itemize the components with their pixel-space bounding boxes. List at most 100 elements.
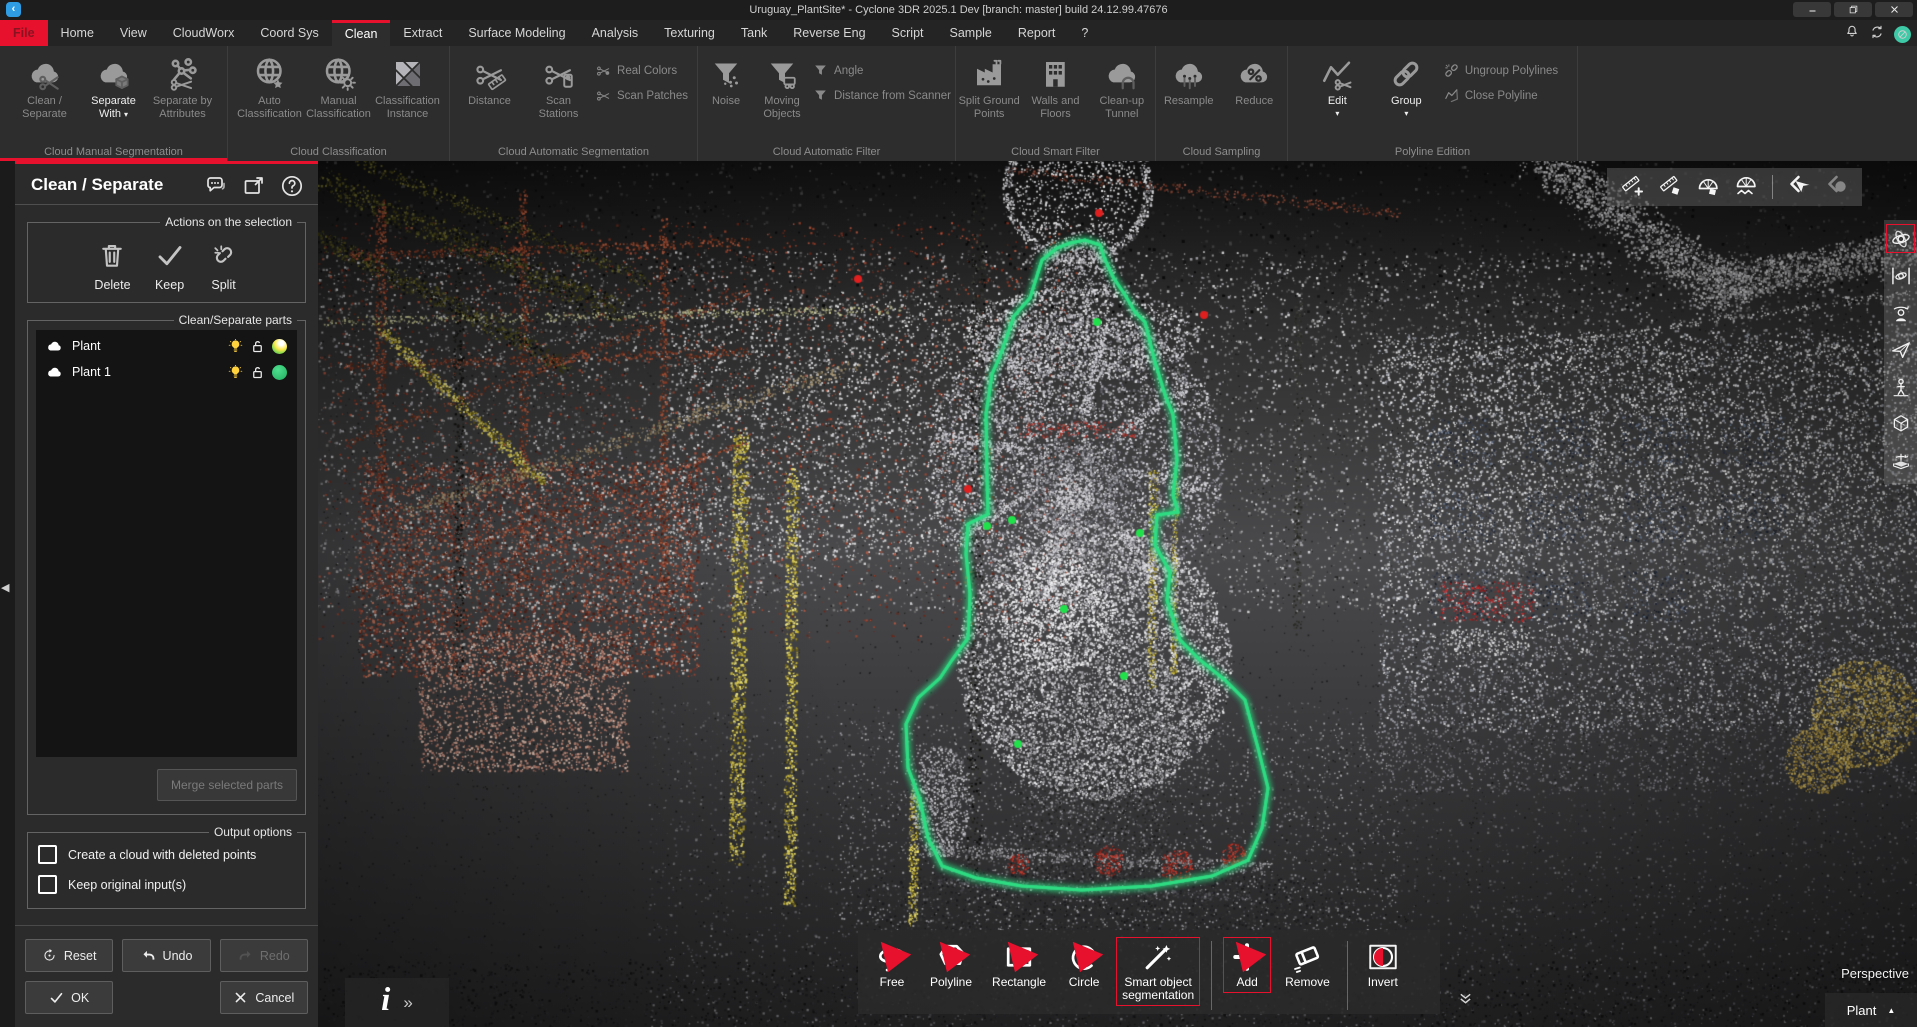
lock-open-icon[interactable] bbox=[250, 339, 265, 354]
ribbon-button-clean-separate[interactable]: Clean /Separate bbox=[10, 50, 79, 161]
ribbon-button-manual-classification[interactable]: ManualClassification bbox=[304, 50, 373, 161]
parts-row-plant[interactable]: Plant bbox=[36, 333, 297, 359]
redo-button[interactable]: Redo bbox=[220, 939, 308, 972]
ribbon-button-clean-up-tunnel[interactable]: Clean-upTunnel bbox=[1089, 50, 1155, 161]
tool-add[interactable]: Add bbox=[1223, 937, 1271, 993]
tab-view[interactable]: View bbox=[107, 20, 160, 46]
undo-button[interactable]: Undo bbox=[122, 939, 210, 972]
visibility-bulb-icon[interactable] bbox=[228, 365, 243, 380]
tab-extract[interactable]: Extract bbox=[390, 20, 455, 46]
split-button[interactable]: Split bbox=[209, 240, 239, 292]
tab-surface-modeling[interactable]: Surface Modeling bbox=[455, 20, 578, 46]
projection-label[interactable]: Perspective bbox=[1841, 966, 1909, 981]
orbit-constrained-button[interactable] bbox=[1887, 262, 1914, 289]
fly-button[interactable] bbox=[1887, 336, 1914, 363]
parts-list[interactable]: PlantPlant 1 bbox=[36, 330, 297, 757]
cancel-button[interactable]: Cancel bbox=[220, 981, 308, 1014]
panel-collapse-arrow[interactable]: ◀ bbox=[1, 581, 9, 594]
tool-invert[interactable]: Invert bbox=[1359, 937, 1407, 993]
tool-polyline[interactable]: Polyline bbox=[924, 937, 978, 993]
info-box[interactable]: i » bbox=[345, 978, 449, 1027]
pick-sphere-button[interactable] bbox=[1825, 173, 1849, 202]
tab-clean[interactable]: Clean bbox=[332, 20, 391, 46]
ribbon-button-separate-with[interactable]: SeparateWith ▾ bbox=[79, 50, 148, 161]
expand-chevron-icon[interactable]: » bbox=[403, 993, 412, 1013]
view-selector[interactable]: Plant ▲ bbox=[1825, 993, 1917, 1027]
orbit-button[interactable] bbox=[1887, 225, 1914, 252]
ribbon-button-real-colors[interactable]: Real Colors bbox=[595, 62, 677, 79]
delete-button[interactable]: Delete bbox=[94, 240, 130, 292]
part-color-swatch[interactable] bbox=[272, 339, 287, 354]
tab-home[interactable]: Home bbox=[48, 20, 107, 46]
turntable-button[interactable] bbox=[1887, 447, 1914, 474]
visibility-bulb-icon[interactable] bbox=[228, 339, 243, 354]
status-green-icon[interactable] bbox=[1894, 26, 1911, 43]
checkbox-box[interactable] bbox=[38, 845, 57, 864]
protractor-box-button[interactable] bbox=[1696, 173, 1720, 202]
sync-icon[interactable] bbox=[1869, 24, 1885, 45]
point-cloud-canvas[interactable] bbox=[318, 161, 1917, 1027]
popout-icon[interactable] bbox=[242, 174, 266, 203]
ok-button[interactable]: OK bbox=[25, 981, 113, 1014]
tab-tank[interactable]: Tank bbox=[728, 20, 780, 46]
bell-icon[interactable] bbox=[1844, 24, 1860, 45]
parts-row-plant-1[interactable]: Plant 1 bbox=[36, 359, 297, 385]
checkbox-keep-original-input-s[interactable]: Keep original input(s) bbox=[38, 875, 295, 894]
ribbon-button-scan-patches[interactable]: Scan Patches bbox=[595, 87, 688, 104]
tool-remove[interactable]: Remove bbox=[1279, 937, 1336, 993]
tab-reverse-eng[interactable]: Reverse Eng bbox=[780, 20, 878, 46]
tab-coord-sys[interactable]: Coord Sys bbox=[247, 20, 331, 46]
measure-box-button[interactable] bbox=[1658, 173, 1682, 202]
ribbon-button-resample[interactable]: Resample bbox=[1156, 50, 1222, 161]
ribbon-button-close-polyline[interactable]: Close Polyline bbox=[1443, 87, 1538, 104]
view-cube-button[interactable] bbox=[1887, 410, 1914, 437]
part-color-swatch[interactable] bbox=[272, 365, 287, 380]
checkbox-box[interactable] bbox=[38, 875, 57, 894]
ribbon-button-split-ground-points[interactable]: Split GroundPoints bbox=[956, 50, 1022, 161]
checkbox-create-a-cloud-with-deleted-points[interactable]: Create a cloud with deleted points bbox=[38, 845, 295, 864]
ribbon-button-scan-stations[interactable]: ScanStations bbox=[524, 50, 593, 161]
ribbon-button-auto-classification[interactable]: AutoClassification bbox=[235, 50, 304, 161]
tab-help[interactable]: ? bbox=[1068, 20, 1101, 46]
info-icon[interactable]: i bbox=[381, 982, 390, 1019]
tab-file[interactable]: File bbox=[0, 20, 48, 46]
tab-report[interactable]: Report bbox=[1005, 20, 1069, 46]
tool-circle[interactable]: Circle bbox=[1060, 937, 1108, 993]
help-icon[interactable] bbox=[280, 174, 304, 203]
tab-analysis[interactable]: Analysis bbox=[579, 20, 652, 46]
ribbon-button-classification-instance[interactable]: ClassificationInstance bbox=[373, 50, 442, 161]
viewport-3d[interactable]: FreePolylineRectangleCircleSmart object … bbox=[318, 161, 1917, 1027]
ribbon-button-noise[interactable]: Noise bbox=[698, 50, 754, 161]
ribbon-button-moving-objects[interactable]: MovingObjects bbox=[754, 50, 810, 161]
tab-script[interactable]: Script bbox=[879, 20, 937, 46]
tab-texturing[interactable]: Texturing bbox=[651, 20, 728, 46]
ribbon-button-walls-and-floors[interactable]: Walls andFloors bbox=[1022, 50, 1088, 161]
look-around-button[interactable] bbox=[1887, 299, 1914, 326]
minimize-button[interactable] bbox=[1793, 2, 1831, 17]
ribbon-button-distance[interactable]: Distance bbox=[455, 50, 524, 161]
tab-sample[interactable]: Sample bbox=[937, 20, 1005, 46]
ribbon-button-distance-from-scanner[interactable]: Distance from Scanner bbox=[812, 87, 951, 104]
ribbon-button-separate-by-attributes[interactable]: Separate byAttributes bbox=[148, 50, 217, 161]
ribbon-button-ungroup-polylines[interactable]: Ungroup Polylines bbox=[1443, 62, 1558, 79]
tool-smart-object-segmentation[interactable]: Smart object segmentation bbox=[1116, 937, 1200, 1006]
comment-icon[interactable] bbox=[204, 174, 228, 203]
toolbar-collapse-chevron-icon[interactable] bbox=[1458, 991, 1473, 1011]
ribbon-button-edit[interactable]: Edit▾ bbox=[1303, 50, 1372, 161]
reset-button[interactable]: Reset bbox=[25, 939, 113, 972]
protractor-polyline-button[interactable] bbox=[1734, 173, 1758, 202]
keep-button[interactable]: Keep bbox=[155, 240, 185, 292]
tool-free[interactable]: Free bbox=[868, 937, 916, 993]
tool-rectangle[interactable]: Rectangle bbox=[986, 937, 1052, 993]
merge-selected-parts-button[interactable]: Merge selected parts bbox=[157, 769, 297, 801]
walk-button[interactable] bbox=[1887, 373, 1914, 400]
ribbon-button-angle[interactable]: Angle bbox=[812, 62, 863, 79]
restore-button[interactable] bbox=[1834, 2, 1872, 17]
ribbon-button-reduce[interactable]: Reduce bbox=[1222, 50, 1288, 161]
pick-arrow-button[interactable] bbox=[1787, 173, 1811, 202]
lock-open-icon[interactable] bbox=[250, 365, 265, 380]
app-logo-icon[interactable]: ‹ bbox=[6, 2, 21, 17]
measure-add-button[interactable] bbox=[1620, 173, 1644, 202]
ribbon-button-group[interactable]: Group▾ bbox=[1372, 50, 1441, 161]
tab-cloudworx[interactable]: CloudWorx bbox=[160, 20, 248, 46]
